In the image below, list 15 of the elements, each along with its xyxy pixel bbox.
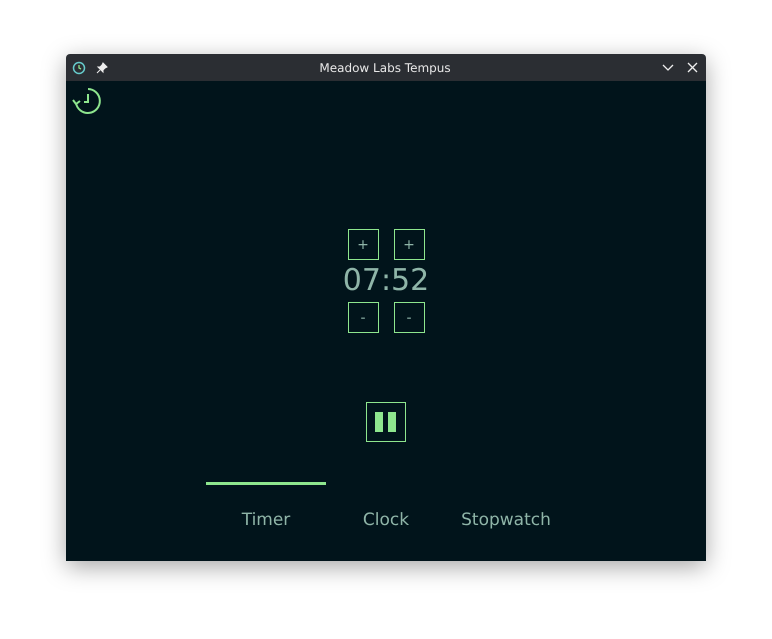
timer-display: 07:52 — [342, 262, 430, 300]
chevron-down-icon — [662, 64, 674, 72]
pause-button[interactable] — [366, 402, 406, 442]
tab[interactable]: Stopwatch — [446, 482, 566, 534]
tab[interactable]: Timer — [206, 482, 326, 534]
clock-icon — [72, 60, 86, 74]
pin-icon[interactable] — [94, 60, 110, 76]
window-title: Meadow Labs Tempus — [318, 60, 452, 74]
increase-button[interactable]: + — [394, 229, 424, 260]
decrease-button[interactable]: - — [348, 302, 378, 333]
decrease-button[interactable]: - — [394, 302, 424, 333]
tab[interactable]: Clock — [326, 482, 446, 534]
pause-icon — [375, 412, 397, 432]
increase-button[interactable]: + — [348, 229, 378, 260]
clock-icon — [72, 87, 102, 115]
